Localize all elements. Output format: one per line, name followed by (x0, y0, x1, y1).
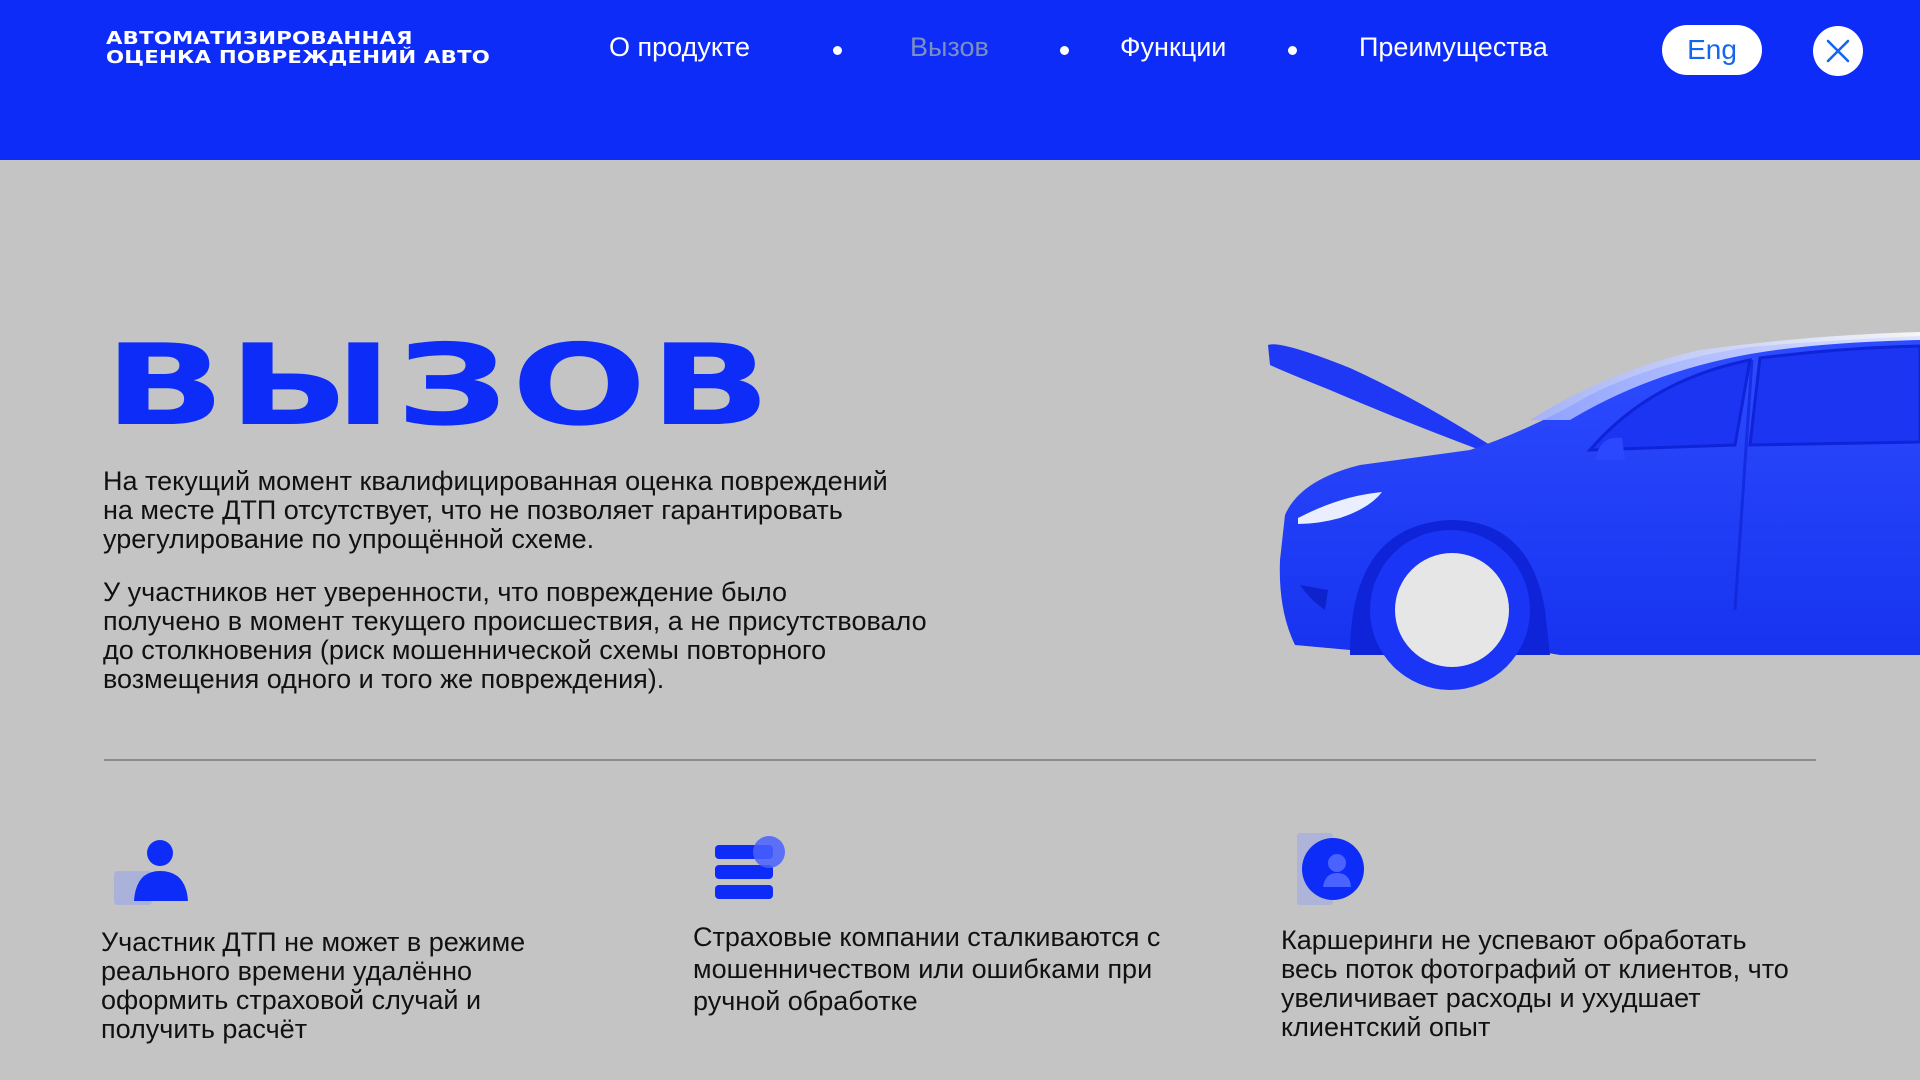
nav-separator-dot (1288, 46, 1297, 55)
feature-line: клиентский опыт (1281, 1012, 1491, 1042)
language-toggle-button[interactable]: Eng (1662, 25, 1762, 75)
brand-logo-text[interactable]: АВТОМАТИЗИРОВАННАЯ ОЦЕНКА ПОВРЕЖДЕНИЙ АВ… (106, 29, 490, 67)
close-icon (1826, 39, 1850, 63)
feature-line: Каршеринги не успевают обработать (1281, 925, 1747, 955)
feature-text-1: Участник ДТП не может в режиме реального… (101, 928, 661, 1044)
paragraph-line: На текущий момент квалифицированная оцен… (103, 466, 888, 496)
feature-line: ручной обработке (693, 986, 918, 1016)
section-title: ВЫЗОВ (104, 321, 774, 451)
feature-line: реального времени удалённо (101, 956, 472, 986)
profile-circle-icon (1297, 833, 1364, 905)
paragraph-line: до столкновения (риск мошеннической схем… (103, 635, 827, 665)
intro-paragraph-1: На текущий момент квалифицированная оцен… (103, 467, 1003, 554)
page: АВТОМАТИЗИРОВАННАЯ ОЦЕНКА ПОВРЕЖДЕНИЙ АВ… (0, 0, 1920, 1080)
paragraph-line: возмещения одного и того же повреждения)… (103, 664, 665, 694)
feature-line: увеличивает расходы и ухудшает (1281, 983, 1701, 1013)
brand-line-2: ОЦЕНКА ПОВРЕЖДЕНИЙ АВТО (106, 47, 491, 68)
nav-separator-dot (833, 46, 842, 55)
paragraph-line: получено в момент текущего происшествия,… (103, 606, 927, 636)
feature-line: оформить страховой случай и (101, 985, 482, 1015)
brand-line-1: АВТОМАТИЗИРОВАННАЯ (106, 28, 413, 49)
nav-item-advantages[interactable]: Преимущества (1359, 32, 1548, 68)
intro-paragraph-2: У участников нет уверенности, что повреж… (103, 578, 1003, 694)
feature-line: весь поток фотографий от клиентов, что (1281, 954, 1789, 984)
user-icon (114, 840, 188, 905)
feature-line: Участник ДТП не может в режиме (101, 927, 526, 957)
paragraph-line: У участников нет уверенности, что повреж… (103, 577, 787, 607)
close-button[interactable] (1813, 26, 1863, 76)
nav-item-functions[interactable]: Функции (1120, 32, 1226, 68)
paragraph-line: на месте ДТП отсутствует, что не позволя… (103, 495, 843, 525)
car-open-hood-illustration (1268, 332, 1920, 690)
nav-item-challenge[interactable]: Вызов (910, 32, 989, 68)
section-divider (104, 759, 1816, 761)
top-header: АВТОМАТИЗИРОВАННАЯ ОЦЕНКА ПОВРЕЖДЕНИЙ АВ… (0, 0, 1920, 160)
feature-line: Страховые компании сталкиваются с (693, 922, 1161, 952)
paragraph-line: урегулирование по упрощённой схеме. (103, 524, 595, 554)
feature-line: получить расчёт (101, 1014, 308, 1044)
nav-separator-dot (1060, 46, 1069, 55)
feature-text-2: Страховые компании сталкиваются с мошенн… (693, 921, 1253, 1017)
feature-text-3: Каршеринги не успевают обработать весь п… (1281, 926, 1841, 1042)
list-icon (715, 836, 785, 899)
feature-line: мошенничеством или ошибками при (693, 954, 1153, 984)
nav-item-about[interactable]: О продукте (609, 32, 750, 68)
